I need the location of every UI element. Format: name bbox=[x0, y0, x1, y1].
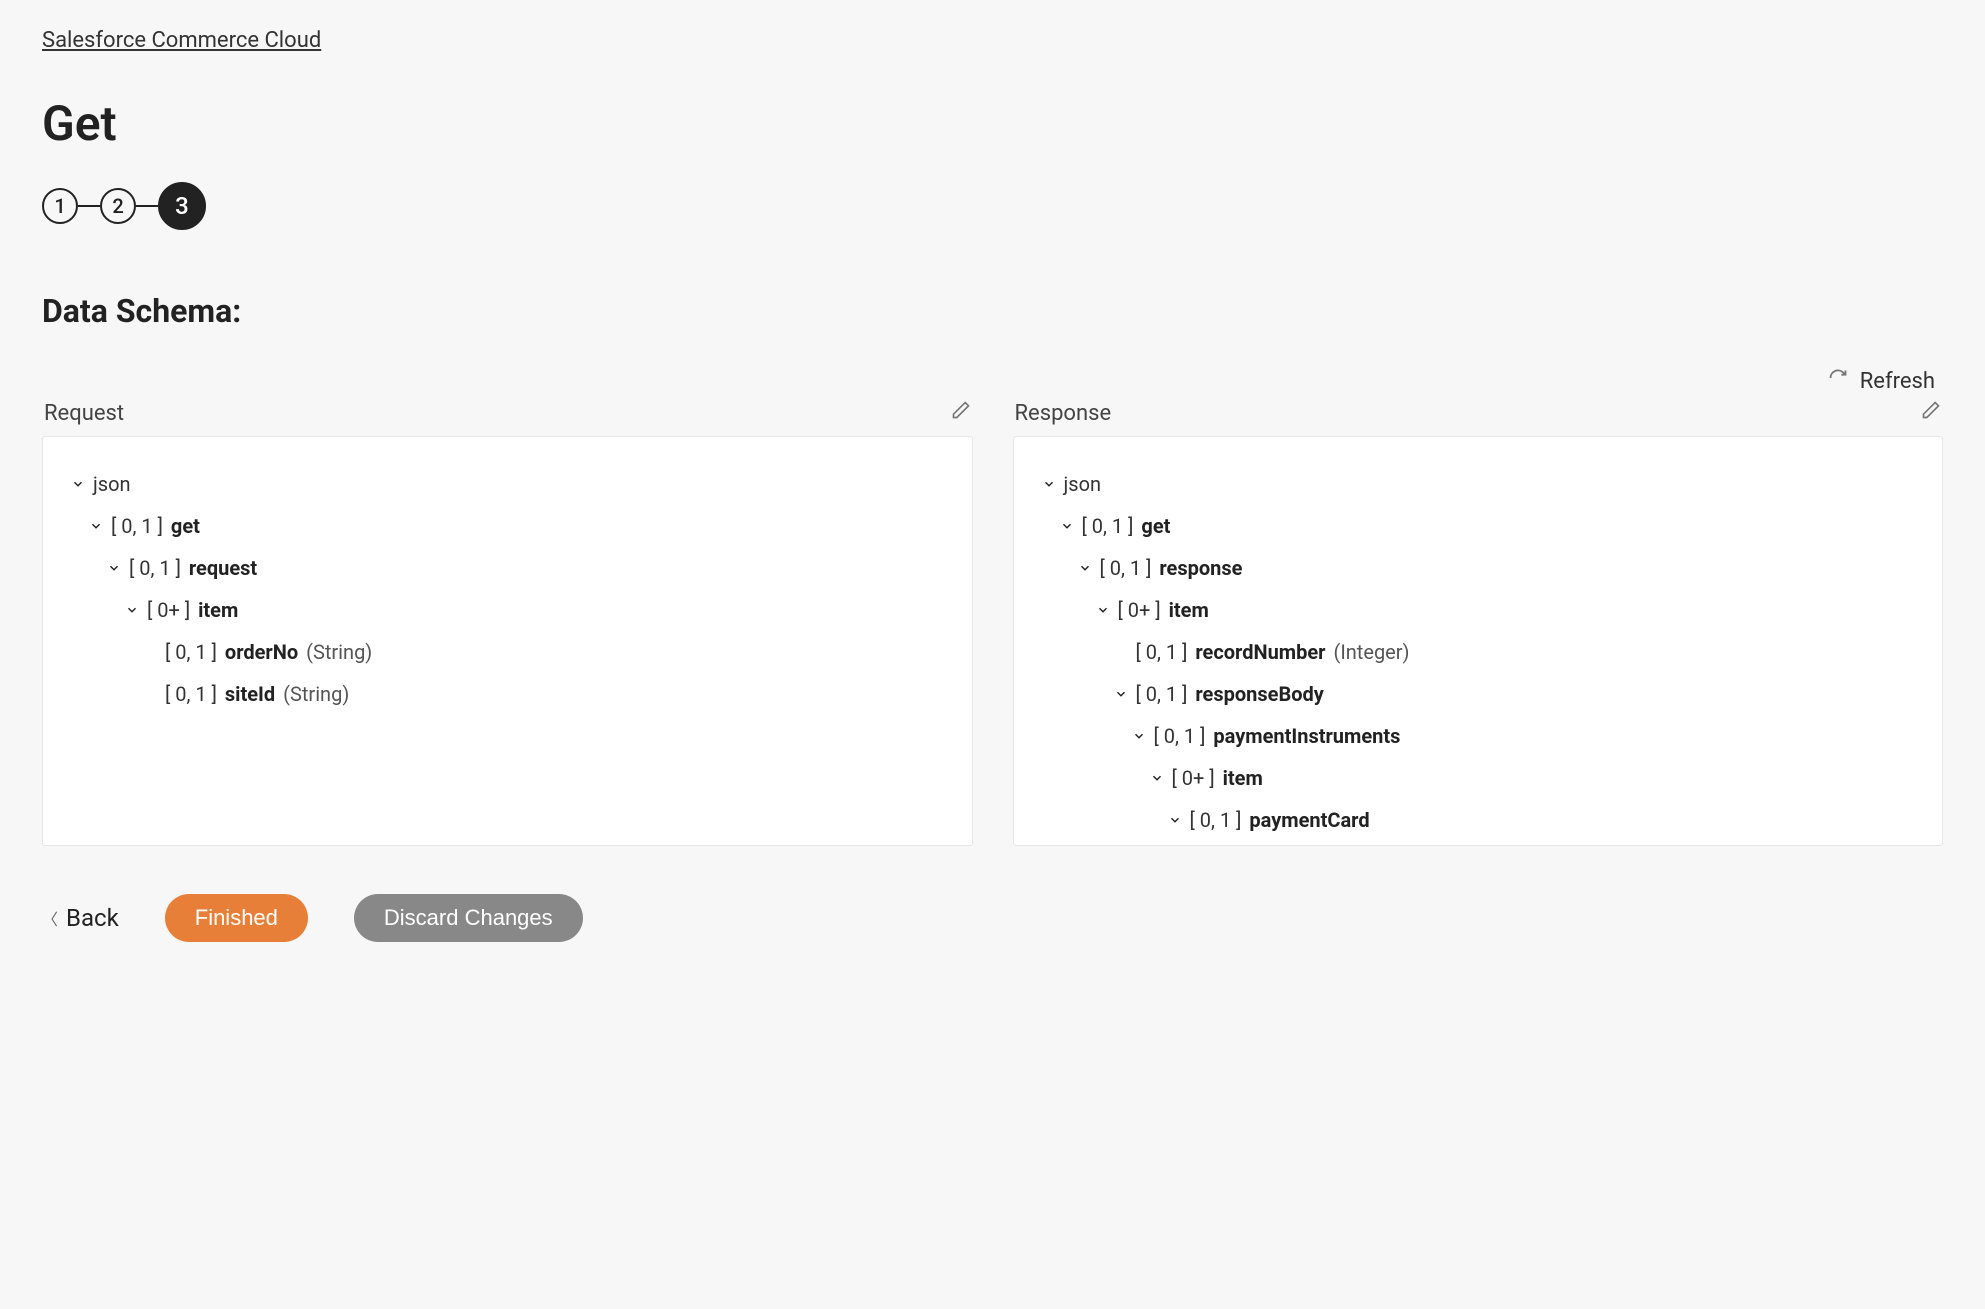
breadcrumb-link[interactable]: Salesforce Commerce Cloud bbox=[42, 28, 321, 53]
chevron-down-icon[interactable] bbox=[1042, 477, 1056, 491]
node-type: (String) bbox=[306, 635, 372, 669]
tree-node: [ 0, 1 ] orderNo (String) bbox=[71, 631, 944, 673]
step-2[interactable]: 2 bbox=[100, 188, 136, 224]
node-name: paymentInstruments bbox=[1213, 719, 1400, 753]
tree-node[interactable]: json bbox=[71, 463, 944, 505]
tree-node[interactable]: [ 0, 1 ] request bbox=[71, 547, 944, 589]
tree-node: [ 0, 1 ] siteId (String) bbox=[71, 673, 944, 715]
node-name: request bbox=[189, 551, 257, 585]
edit-request-icon[interactable] bbox=[951, 400, 971, 426]
back-button[interactable]: 〈 Back bbox=[42, 904, 119, 932]
tree-node[interactable]: json bbox=[1042, 463, 1915, 505]
step-connector bbox=[78, 205, 100, 207]
step-3[interactable]: 3 bbox=[158, 182, 206, 230]
chevron-down-icon[interactable] bbox=[71, 477, 85, 491]
chevron-down-icon[interactable] bbox=[1168, 813, 1182, 827]
cardinality: [ 0, 1 ] bbox=[1208, 845, 1260, 846]
cardinality: [ 0, 1 ] bbox=[111, 509, 163, 543]
chevron-down-icon[interactable] bbox=[125, 603, 139, 617]
discard-changes-button[interactable]: Discard Changes bbox=[354, 894, 583, 942]
chevron-down-icon[interactable] bbox=[1114, 687, 1128, 701]
cardinality: [ 0, 1 ] bbox=[1082, 509, 1134, 543]
node-name: get bbox=[1141, 509, 1170, 543]
node-name: response bbox=[1159, 551, 1242, 585]
step-connector bbox=[136, 205, 158, 207]
chevron-down-icon[interactable] bbox=[107, 561, 121, 575]
tree-node[interactable]: [ 0, 1 ] response bbox=[1042, 547, 1915, 589]
node-name: siteId bbox=[225, 677, 275, 711]
tree-node[interactable]: [ 0+ ] item bbox=[1042, 589, 1915, 631]
chevron-down-icon[interactable] bbox=[1132, 729, 1146, 743]
node-type: (String) bbox=[283, 677, 349, 711]
edit-response-icon[interactable] bbox=[1921, 400, 1941, 426]
node-name: orderNo bbox=[225, 635, 298, 669]
refresh-icon bbox=[1828, 368, 1848, 394]
cardinality: [ 0, 1 ] bbox=[1136, 635, 1188, 669]
cardinality: [ 0, 1 ] bbox=[129, 551, 181, 585]
tree-node[interactable]: [ 0, 1 ] get bbox=[71, 505, 944, 547]
node-name: json bbox=[1064, 467, 1102, 501]
node-name: responseBody bbox=[1195, 677, 1323, 711]
chevron-down-icon[interactable] bbox=[1078, 561, 1092, 575]
tree-node[interactable]: [ 0, 1 ] paymentCard bbox=[1042, 799, 1915, 841]
page-title: Get bbox=[42, 95, 1943, 152]
tree-node[interactable]: [ 0, 1 ] responseBody bbox=[1042, 673, 1915, 715]
refresh-button[interactable]: Refresh bbox=[42, 368, 1943, 394]
tree-node: [ 0, 1 ] recordNumber (Integer) bbox=[1042, 631, 1915, 673]
step-indicator: 123 bbox=[42, 182, 1943, 230]
tree-node[interactable]: [ 0+ ] item bbox=[71, 589, 944, 631]
tree-node[interactable]: [ 0, 1 ] get bbox=[1042, 505, 1915, 547]
chevron-down-icon[interactable] bbox=[1060, 519, 1074, 533]
chevron-down-icon[interactable] bbox=[1150, 771, 1164, 785]
cardinality: [ 0, 1 ] bbox=[1100, 551, 1152, 585]
cardinality: [ 0+ ] bbox=[1172, 761, 1215, 795]
tree-node: [ 0, 1 ] expirationYear (Integer) bbox=[1042, 841, 1915, 846]
node-name: item bbox=[1169, 593, 1209, 627]
tree-node[interactable]: [ 0, 1 ] paymentInstruments bbox=[1042, 715, 1915, 757]
cardinality: [ 0, 1 ] bbox=[165, 677, 217, 711]
node-name: paymentCard bbox=[1249, 803, 1369, 837]
chevron-down-icon[interactable] bbox=[1096, 603, 1110, 617]
cardinality: [ 0, 1 ] bbox=[1154, 719, 1206, 753]
tree-node[interactable]: [ 0+ ] item bbox=[1042, 757, 1915, 799]
node-type: (Integer) bbox=[1333, 635, 1409, 669]
cardinality: [ 0, 1 ] bbox=[165, 635, 217, 669]
refresh-label: Refresh bbox=[1860, 369, 1935, 394]
request-schema-panel: json[ 0, 1 ] get[ 0, 1 ] request[ 0+ ] i… bbox=[42, 436, 973, 846]
section-heading: Data Schema: bbox=[42, 292, 1943, 330]
response-schema-panel: json[ 0, 1 ] get[ 0, 1 ] response[ 0+ ] … bbox=[1013, 436, 1944, 846]
back-label: Back bbox=[66, 904, 119, 932]
node-name: json bbox=[93, 467, 131, 501]
node-name: item bbox=[1223, 761, 1263, 795]
node-name: item bbox=[198, 593, 238, 627]
node-type: (Integer) bbox=[1406, 845, 1482, 846]
step-1[interactable]: 1 bbox=[42, 188, 78, 224]
chevron-left-icon: 〈 bbox=[42, 906, 58, 930]
cardinality: [ 0+ ] bbox=[1118, 593, 1161, 627]
cardinality: [ 0, 1 ] bbox=[1190, 803, 1242, 837]
node-name: expirationYear bbox=[1267, 845, 1397, 846]
cardinality: [ 0, 1 ] bbox=[1136, 677, 1188, 711]
response-label: Response bbox=[1015, 401, 1112, 426]
node-name: recordNumber bbox=[1195, 635, 1325, 669]
finished-button[interactable]: Finished bbox=[165, 894, 308, 942]
request-label: Request bbox=[44, 401, 124, 426]
cardinality: [ 0+ ] bbox=[147, 593, 190, 627]
chevron-down-icon[interactable] bbox=[89, 519, 103, 533]
node-name: get bbox=[171, 509, 200, 543]
